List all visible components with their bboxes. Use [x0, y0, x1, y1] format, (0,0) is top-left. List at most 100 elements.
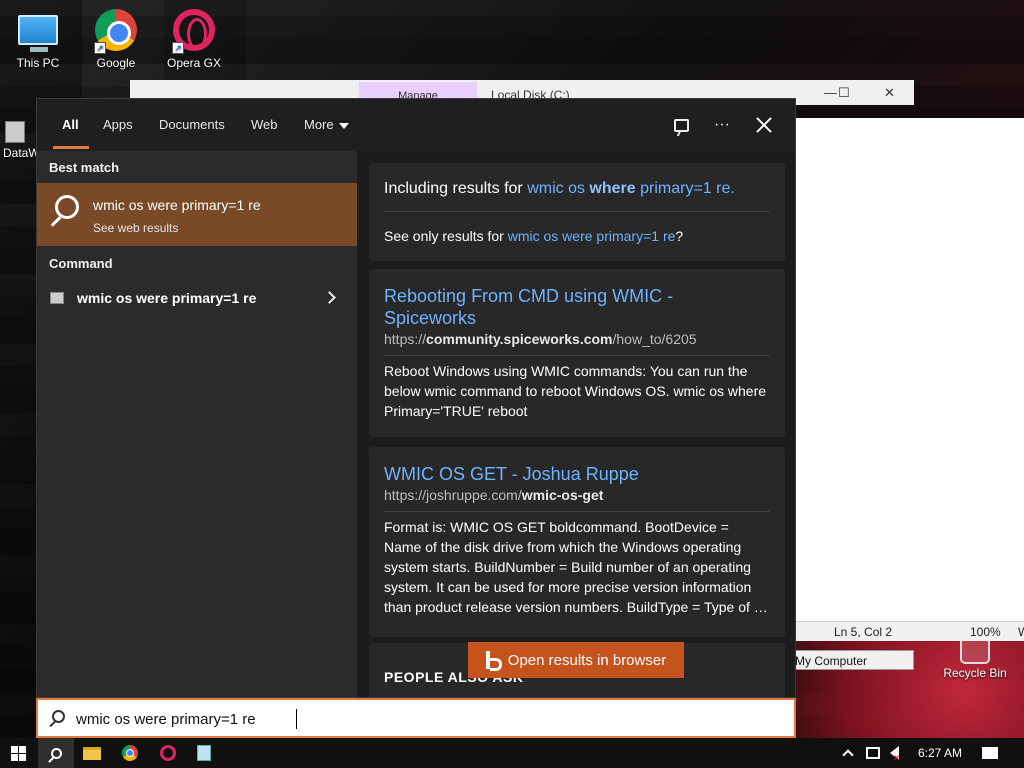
zoom-level: 100% — [970, 625, 1001, 639]
web-result-card[interactable]: WMIC OS GET - Joshua Ruppe https://joshr… — [369, 447, 785, 637]
folder-icon — [83, 746, 101, 760]
command-item[interactable]: wmic os were primary=1 re — [37, 283, 357, 315]
opera-icon — [160, 745, 176, 761]
network-button[interactable] — [866, 738, 880, 768]
corrected-word: where — [589, 180, 636, 197]
desktop-icon-this-pc[interactable]: This PC — [6, 8, 70, 70]
url-path: /how_to/6205 — [612, 331, 697, 347]
action-center-button[interactable] — [982, 738, 998, 768]
original-query-link[interactable]: wmic os were primary=1 re — [508, 228, 676, 244]
url-path-bold: wmic-os-get — [521, 487, 604, 503]
notepad-icon — [197, 745, 211, 761]
taskbar-chrome[interactable] — [112, 738, 148, 768]
taskbar-notepad[interactable] — [186, 738, 222, 768]
search-box[interactable] — [36, 698, 796, 738]
open-results-in-browser-button[interactable]: Open results in browser — [468, 642, 684, 678]
minimize-button[interactable]: — — [824, 85, 837, 100]
desktop-icon-label: Opera GX Browser — [166, 56, 222, 70]
results-preview: Including results for wmic os where prim… — [357, 151, 795, 697]
close-button[interactable]: ✕ — [884, 85, 895, 101]
tab-web[interactable]: Web — [251, 117, 278, 132]
search-icon — [52, 710, 65, 723]
tab-apps[interactable]: Apps — [103, 117, 133, 132]
desktop-icon-dataw[interactable]: DataW — [0, 118, 40, 160]
notepad-status-bar: Ln 5, Col 2 100% W — [796, 621, 1024, 641]
close-search-button[interactable] — [752, 113, 776, 137]
best-match-item[interactable]: wmic os were primary=1 re See web result… — [37, 183, 357, 246]
result-url: https://community.spiceworks.com/how_to/… — [384, 329, 768, 349]
divider — [384, 211, 770, 212]
volume-button[interactable]: ✕ — [890, 738, 901, 768]
taskbar-opera[interactable] — [150, 738, 186, 768]
url-prefix: https:// — [384, 331, 427, 347]
tab-all[interactable]: All — [62, 117, 79, 132]
tab-more[interactable]: More — [304, 117, 349, 132]
desktop-icon-label: Recycle Bin — [943, 666, 1007, 680]
desktop-icon-google-chrome[interactable]: ↗ Google Chrome — [84, 8, 148, 70]
result-snippet: Format is: WMIC OS GET boldcommand. Boot… — [384, 519, 768, 615]
results-list: Best match wmic os were primary=1 re See… — [37, 151, 357, 697]
bing-icon — [485, 651, 502, 671]
url-prefix: https://joshruppe.com/ — [384, 487, 522, 503]
tab-more-label: More — [304, 117, 334, 132]
chevron-down-icon — [338, 122, 349, 129]
result-title[interactable]: WMIC OS GET - Joshua Ruppe — [384, 463, 768, 485]
search-tabs-bar: All Apps Documents Web More ··· — [37, 99, 795, 151]
notification-icon — [982, 747, 998, 759]
maximize-button[interactable]: ☐ — [838, 85, 850, 101]
network-icon — [866, 747, 880, 759]
command-heading: Command — [49, 256, 113, 271]
chevron-up-icon — [842, 749, 854, 761]
active-tab-indicator — [53, 146, 89, 149]
divider — [384, 355, 770, 356]
windows-logo-icon — [10, 745, 26, 761]
clock[interactable]: 6:27 AM — [918, 738, 962, 768]
see-only-suffix: ? — [675, 228, 684, 244]
see-only-prefix: See only results for — [384, 228, 508, 244]
tab-documents[interactable]: Documents — [159, 117, 225, 132]
more-options-icon: ··· — [714, 116, 730, 133]
desktop-icon-opera-gx[interactable]: ↗ Opera GX Browser — [162, 8, 226, 70]
shortcut-arrow-icon: ↗ — [172, 42, 184, 54]
including-results-text: Including results for wmic os where prim… — [384, 179, 768, 199]
chrome-icon — [122, 745, 138, 761]
chevron-right-icon[interactable] — [323, 291, 336, 304]
desktop-icon-label: Google Chrome — [96, 56, 136, 70]
best-match-title: wmic os were primary=1 re — [93, 197, 261, 213]
open-results-label: Open results in browser — [507, 651, 667, 669]
best-match-subtitle: See web results — [93, 221, 179, 235]
taskbar-search-button[interactable] — [38, 738, 74, 768]
cursor-position: Ln 5, Col 2 — [834, 625, 893, 639]
search-icon — [55, 195, 79, 219]
computer-icon — [18, 15, 58, 52]
including-prefix: Including results for — [384, 180, 528, 197]
web-result-card[interactable]: Rebooting From CMD using WMIC - Spicewor… — [369, 269, 785, 437]
more-options-button[interactable]: ··· — [710, 113, 734, 137]
desktop-icon-label: DataW — [3, 146, 40, 160]
notepad-editor[interactable] — [796, 118, 1024, 640]
corrected-query-link[interactable]: wmic os where primary=1 re. — [527, 180, 735, 197]
corrected-query-end: primary=1 re. — [635, 180, 735, 197]
desktop-icon-label: This PC — [16, 56, 60, 70]
shortcut-arrow-icon: ↗ — [94, 42, 106, 54]
search-panel: All Apps Documents Web More ··· Best mat… — [36, 98, 796, 698]
spelling-correction-card: Including results for wmic os where prim… — [369, 163, 785, 261]
search-icon — [50, 747, 62, 759]
show-hidden-icons-button[interactable] — [842, 738, 854, 768]
see-only-results-text: See only results for wmic os were primar… — [384, 226, 768, 246]
best-match-heading: Best match — [49, 160, 120, 175]
result-url: https://joshruppe.com/wmic-os-get — [384, 485, 768, 505]
encoding-label: W — [1018, 625, 1024, 639]
result-snippet: Reboot Windows using WMIC commands: You … — [384, 363, 767, 419]
text-caret — [296, 709, 297, 729]
taskbar-file-explorer[interactable] — [74, 738, 110, 768]
feedback-icon — [673, 118, 689, 132]
start-button[interactable] — [0, 738, 36, 768]
search-input[interactable] — [76, 708, 766, 730]
command-title: wmic os were primary=1 re — [77, 290, 257, 306]
my-computer-label: My Computer — [790, 650, 914, 670]
result-title[interactable]: Rebooting From CMD using WMIC - Spicewor… — [384, 285, 768, 329]
corrected-query-start: wmic os — [527, 180, 590, 197]
app-icon — [5, 121, 25, 143]
feedback-button[interactable] — [669, 113, 693, 137]
